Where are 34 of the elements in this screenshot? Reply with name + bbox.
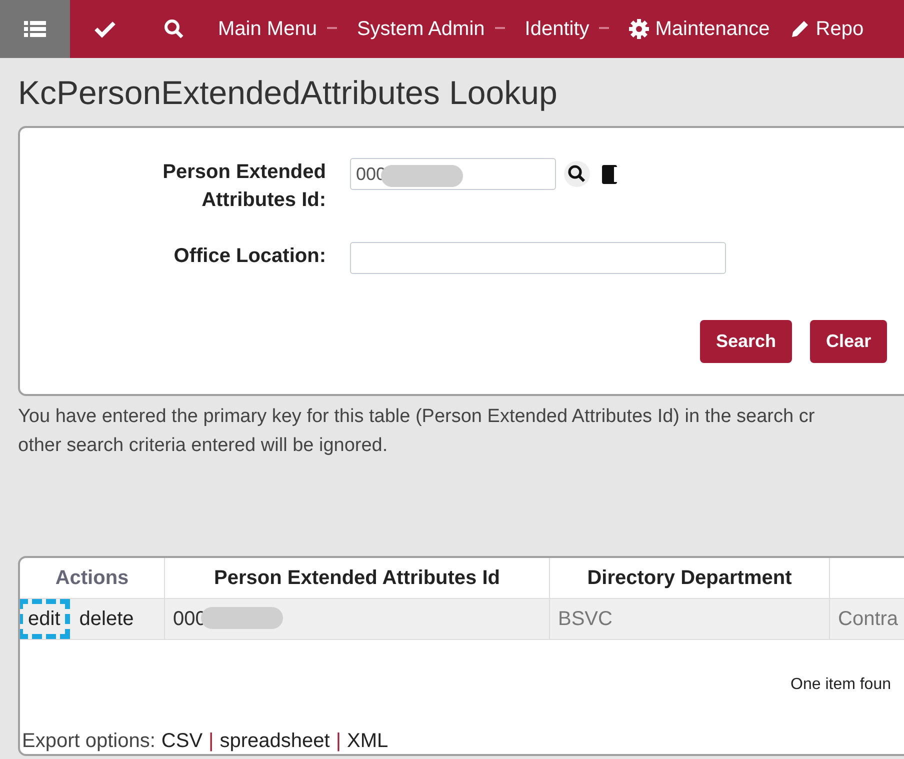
result-count: One item foun — [790, 676, 891, 693]
gear-icon — [629, 19, 650, 39]
table-cell: Contra — [838, 608, 898, 630]
caret-icon — [326, 26, 337, 32]
list-icon — [24, 20, 46, 38]
separator: | — [208, 730, 214, 753]
nav-menu-item[interactable]: Maintenance — [619, 0, 780, 58]
caret-icon — [599, 26, 610, 32]
action-button[interactable]: Search — [700, 320, 792, 363]
page-title: KcPersonExtendedAttributes Lookup — [17, 73, 558, 113]
export-link[interactable]: spreadsheet — [220, 730, 330, 753]
field-label: Office Location: — [172, 244, 326, 269]
info-message: other search criteria entered will be ignored. — [18, 434, 388, 458]
input-field[interactable] — [350, 242, 726, 274]
export-link[interactable]: CSV — [161, 730, 203, 753]
separator: | — [336, 730, 342, 753]
pencil-icon — [790, 19, 810, 39]
info-message: You have entered the primary key for this table (Person Extended Attributes Id) in the search cr — [18, 405, 815, 429]
export-label: Export options: — [22, 730, 156, 753]
nav-menu-item[interactable]: Identity — [514, 0, 620, 58]
table-cell: BSVC — [558, 608, 612, 630]
nav-menu-item[interactable]: System Admin — [346, 0, 515, 58]
action-button[interactable]: Clear — [810, 320, 888, 363]
nav-icon-button[interactable] — [0, 0, 70, 58]
nav-menu-item[interactable]: Repo — [780, 0, 874, 58]
search-icon — [164, 19, 184, 39]
delete-link[interactable]: delete — [76, 607, 137, 631]
export-link[interactable]: XML — [347, 730, 388, 753]
search-icon[interactable] — [564, 161, 590, 187]
edit-link[interactable]: edit — [25, 607, 64, 631]
nav-menu-item[interactable]: Main Menu — [208, 0, 347, 58]
caret-icon — [494, 26, 505, 32]
field-label: Person Extended Attributes Id: — [162, 160, 326, 213]
checkmark-icon — [94, 20, 116, 38]
